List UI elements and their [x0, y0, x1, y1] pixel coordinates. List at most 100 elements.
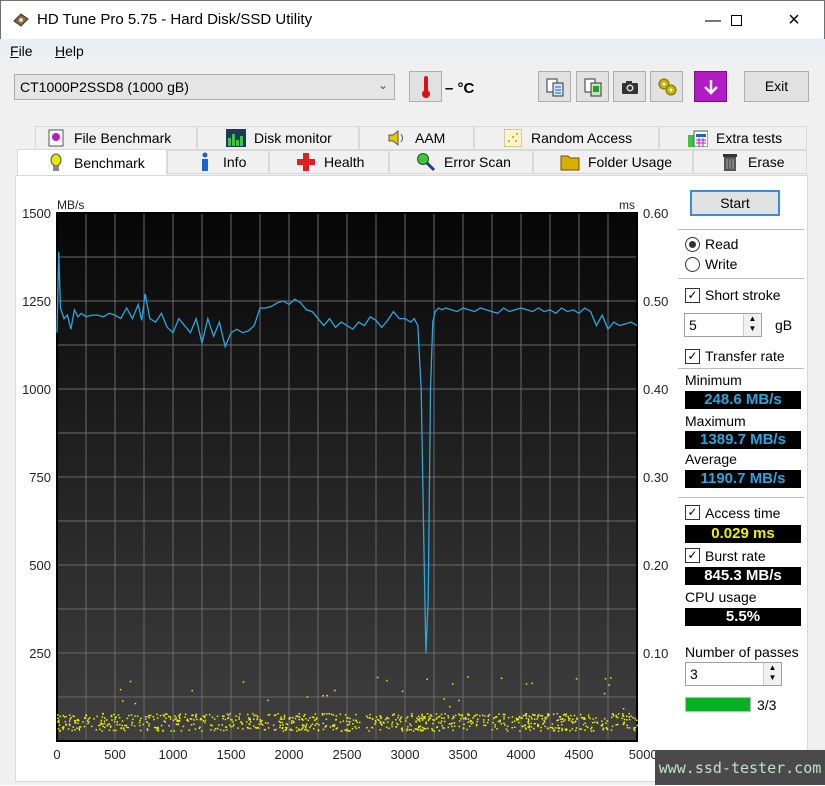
short-stroke-value: 5 — [689, 317, 697, 333]
title-bar: HD Tune Pro 5.75 - Hard Disk/SSD Utility… — [0, 0, 825, 39]
burst-rate-label: Burst rate — [705, 548, 766, 564]
tab-label: Folder Usage — [588, 154, 673, 170]
transfer-rate-label: Transfer rate — [705, 348, 785, 364]
write-radio[interactable] — [685, 257, 700, 272]
menu-help-rest: elp — [65, 43, 84, 59]
lightbulb-icon — [46, 153, 66, 172]
separator — [678, 229, 804, 230]
tab-label: Benchmark — [74, 154, 145, 171]
copy-screenshot-button[interactable] — [576, 71, 609, 102]
menu-file[interactable]: File — [10, 43, 33, 59]
pass-progress-text: 3/3 — [757, 697, 777, 713]
tab-error-scan[interactable]: Error Scan — [389, 150, 533, 174]
screenshot-button[interactable] — [613, 71, 646, 102]
close-button[interactable]: × — [771, 1, 817, 40]
drive-select-value: CT1000P2SSD8 (1000 gB) — [20, 79, 189, 95]
folder-icon — [560, 153, 580, 171]
short-stroke-unit: gB — [775, 317, 793, 333]
copy-text-button[interactable] — [538, 71, 571, 102]
cpu-usage-label: CPU usage — [685, 589, 757, 605]
info-icon — [195, 152, 215, 171]
burst-rate-value: 845.3 MB/s — [685, 567, 801, 585]
disk-monitor-icon — [226, 129, 246, 147]
temperature-readout: – °C — [445, 80, 475, 97]
menu-help[interactable]: Help — [55, 43, 84, 59]
read-label: Read — [705, 236, 739, 252]
exit-button[interactable]: Exit — [744, 71, 809, 102]
chevron-down-icon: ⌄ — [377, 78, 388, 92]
separator — [678, 368, 804, 369]
save-button[interactable] — [694, 71, 727, 102]
random-access-icon — [503, 129, 523, 147]
tab-label: Random Access — [531, 130, 633, 146]
menu-file-rest: ile — [18, 43, 33, 59]
tab-folder-usage[interactable]: Folder Usage — [533, 150, 693, 174]
speaker-icon — [387, 129, 407, 147]
tab-benchmark[interactable]: Benchmark — [17, 149, 167, 175]
separator — [678, 278, 804, 279]
maximize-icon — [730, 15, 742, 26]
tab-disk-monitor[interactable]: Disk monitor — [197, 126, 359, 150]
passes-input[interactable]: 3 ▲ ▼ — [685, 662, 782, 686]
menu-file-accel: F — [10, 43, 19, 59]
save-download-icon — [703, 79, 718, 95]
tab-label: Health — [324, 154, 365, 170]
tab-file-benchmark[interactable]: File Benchmark — [35, 126, 197, 150]
extra-tests-icon — [688, 129, 708, 147]
toolbar: CT1000P2SSD8 (1000 gB) ⌄ – °C Exit — [0, 63, 825, 113]
transfer-rate-checkbox[interactable]: ✓ — [685, 349, 700, 364]
trash-icon — [720, 153, 740, 171]
separator — [678, 497, 804, 498]
passes-value: 3 — [690, 666, 698, 682]
menu-bar: File Help — [0, 39, 825, 63]
access-time-label: Access time — [705, 505, 781, 521]
access-time-checkbox[interactable]: ✓ — [685, 505, 700, 520]
minimum-label: Minimum — [685, 372, 742, 388]
options-gears-icon — [658, 78, 676, 95]
drive-select[interactable]: CT1000P2SSD8 (1000 gB) ⌄ — [14, 74, 395, 100]
copy-screenshot-icon — [584, 78, 601, 96]
tab-health[interactable]: Health — [269, 150, 389, 174]
maximum-label: Maximum — [685, 413, 746, 429]
tab-info[interactable]: Info — [167, 150, 269, 174]
read-radio[interactable] — [685, 237, 700, 252]
tab-erase[interactable]: Erase — [693, 150, 807, 174]
tab-label: File Benchmark — [74, 130, 172, 146]
tab-label: Disk monitor — [254, 130, 332, 146]
start-button[interactable]: Start — [690, 190, 780, 216]
maximum-value: 1389.7 MB/s — [685, 431, 801, 449]
copy-text-icon — [546, 78, 563, 96]
temperature-button[interactable] — [409, 71, 442, 102]
tab-random-access[interactable]: Random Access — [474, 126, 659, 150]
write-label: Write — [705, 256, 738, 272]
tab-aam[interactable]: AAM — [359, 126, 474, 150]
options-button[interactable] — [650, 71, 683, 102]
magnifier-icon — [416, 153, 436, 172]
tab-label: Extra tests — [716, 130, 783, 146]
close-icon: × — [788, 9, 800, 31]
burst-rate-checkbox[interactable]: ✓ — [685, 548, 700, 563]
health-cross-icon — [296, 153, 316, 171]
access-time-value: 0.029 ms — [685, 525, 801, 543]
passes-label: Number of passes — [685, 644, 799, 660]
cpu-usage-value: 5.5% — [685, 608, 801, 626]
tab-label: Erase — [748, 154, 785, 170]
maximize-button[interactable] — [713, 1, 759, 40]
average-label: Average — [685, 451, 737, 467]
passes-stepper[interactable]: ▲ ▼ — [763, 663, 781, 685]
thermometer-icon — [421, 75, 430, 98]
pass-progress-bar — [685, 697, 751, 712]
menu-help-accel: H — [55, 43, 66, 59]
minimum-value: 248.6 MB/s — [685, 391, 801, 409]
tab-extra-tests[interactable]: Extra tests — [659, 126, 807, 150]
hdtune-app-icon — [13, 13, 29, 27]
short-stroke-checkbox[interactable]: ✓ — [685, 288, 700, 303]
window-title: HD Tune Pro 5.75 - Hard Disk/SSD Utility — [37, 11, 313, 28]
file-benchmark-icon — [46, 129, 66, 147]
tab-label: Info — [223, 154, 247, 170]
tab-label: Error Scan — [444, 154, 511, 170]
tab-label: AAM — [415, 130, 446, 146]
short-stroke-input[interactable]: 5 ▲ ▼ — [684, 313, 762, 337]
short-stroke-label: Short stroke — [705, 287, 781, 303]
short-stroke-stepper[interactable]: ▲ ▼ — [743, 314, 761, 336]
